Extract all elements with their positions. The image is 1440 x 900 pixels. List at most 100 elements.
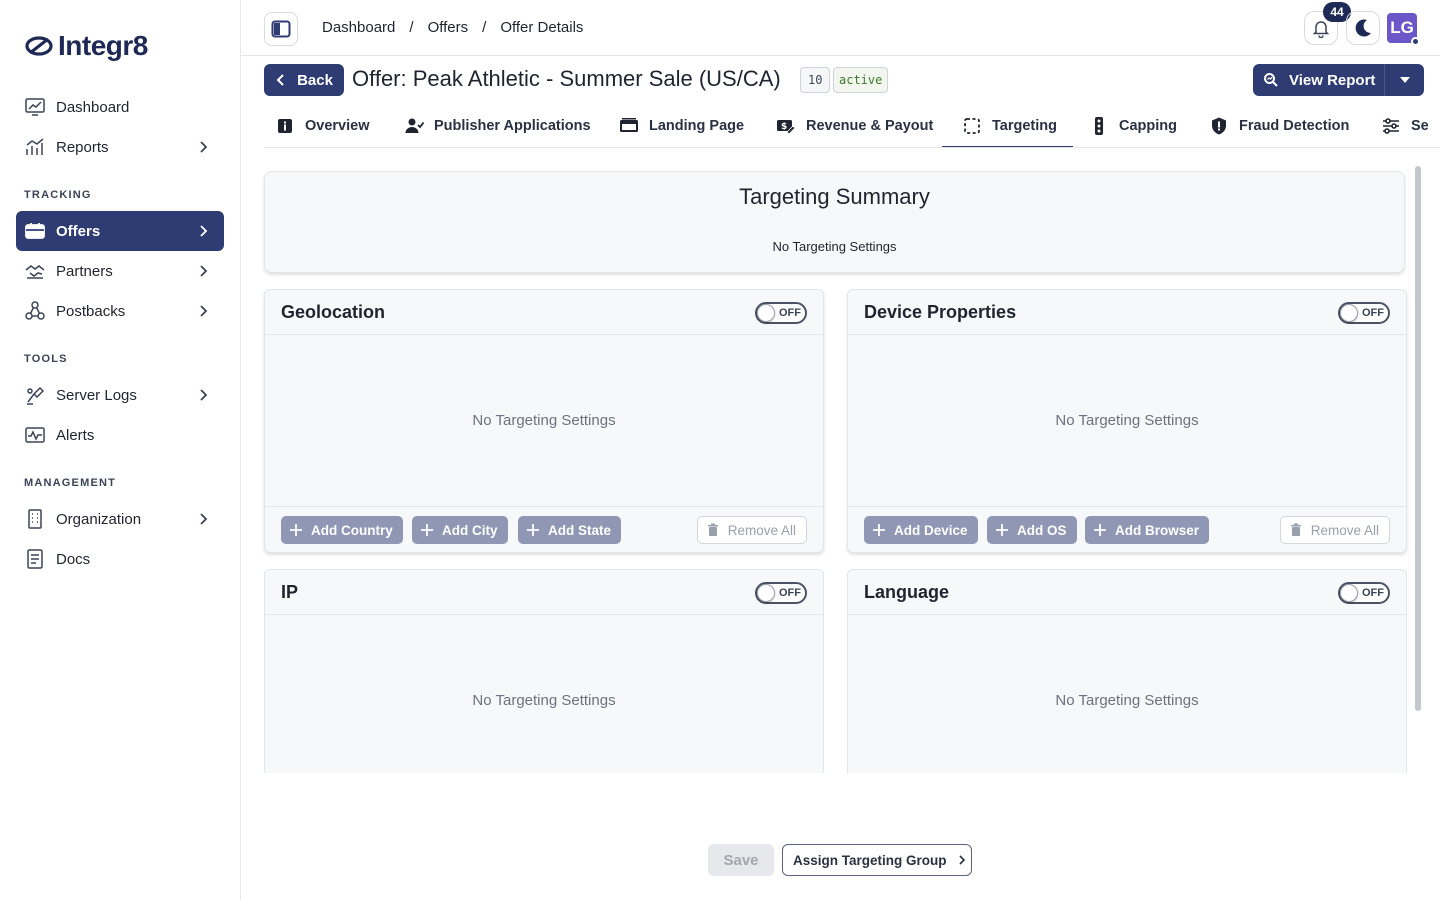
sidebar-item-server-logs[interactable]: Server Logs	[16, 375, 224, 415]
tab-label: Capping	[1119, 117, 1177, 134]
alerts-icon	[24, 424, 46, 446]
save-button[interactable]: Save	[708, 844, 774, 876]
panel-title: IP	[281, 582, 299, 602]
sidebar-toggle-button[interactable]	[264, 12, 298, 46]
user-check-icon	[404, 116, 424, 136]
tab-overview[interactable]: Overview	[275, 104, 370, 147]
offer-id-badge: 10	[800, 67, 831, 93]
targeting-summary-text: No Targeting Settings	[772, 239, 897, 254]
plus-icon	[872, 523, 886, 537]
panel-footer: Add Country Add City Add State Remove Al…	[265, 506, 823, 552]
tab-capping[interactable]: Capping	[1089, 104, 1177, 147]
add-os-button[interactable]: Add OS	[987, 516, 1077, 544]
add-browser-label: Add Browser	[1115, 522, 1200, 538]
device-properties-toggle[interactable]: OFF	[1338, 302, 1390, 324]
chevron-right-icon	[196, 264, 210, 278]
toggle-label: OFF	[779, 307, 801, 319]
breadcrumb: Dashboard / Offers / Offer Details	[322, 19, 583, 36]
sidebar-item-alerts[interactable]: Alerts	[16, 415, 224, 455]
add-device-button[interactable]: Add Device	[864, 516, 978, 544]
sidebar-item-label: Reports	[56, 138, 109, 156]
toggle-label: OFF	[779, 587, 801, 599]
geolocation-toggle[interactable]: OFF	[755, 302, 807, 324]
sidebar-toggle-icon	[271, 20, 291, 38]
logo-icon	[24, 35, 54, 57]
empty-state-text: No Targeting Settings	[472, 412, 616, 429]
moon-icon	[1352, 17, 1374, 39]
tab-fraud-detection[interactable]: Fraud Detection	[1209, 104, 1349, 147]
remove-all-label: Remove All	[727, 522, 796, 538]
remove-all-button[interactable]: Remove All	[1279, 516, 1390, 544]
sliders-icon	[1381, 116, 1401, 136]
empty-state-text: No Targeting Settings	[1055, 692, 1199, 709]
tab-label: Se	[1411, 117, 1429, 134]
add-city-button[interactable]: Add City	[412, 516, 508, 544]
tab-revenue-payout[interactable]: $ Revenue & Payout	[776, 104, 933, 147]
sidebar-item-organization[interactable]: Organization	[16, 499, 224, 539]
section-label-tools: TOOLS	[24, 353, 68, 365]
page-title: Offer: Peak Athletic - Summer Sale (US/C…	[352, 66, 781, 91]
chevron-right-icon	[196, 388, 210, 402]
breadcrumb-separator: /	[409, 19, 414, 36]
sidebar-item-label: Dashboard	[56, 98, 130, 116]
tab-label: Overview	[305, 117, 370, 134]
plus-icon	[995, 523, 1009, 537]
sidebar-item-dashboard[interactable]: Dashboard	[16, 87, 224, 127]
postbacks-icon	[24, 300, 46, 322]
view-report-dropdown-button[interactable]	[1385, 77, 1424, 83]
breadcrumb-offer-details: Offer Details	[500, 19, 584, 36]
ip-toggle[interactable]: OFF	[755, 582, 807, 604]
panel-title: Language	[864, 582, 950, 602]
theme-toggle-button[interactable]	[1346, 11, 1380, 45]
view-report-button[interactable]: View Report	[1253, 64, 1384, 96]
svg-text:$: $	[781, 122, 787, 132]
avatar-status-dot	[1411, 37, 1420, 46]
panel-header: Language OFF	[848, 570, 1406, 615]
breadcrumb-offers[interactable]: Offers	[428, 19, 469, 36]
chevron-right-icon	[957, 854, 967, 866]
browser-icon	[619, 116, 639, 136]
toggle-label: OFF	[1362, 587, 1384, 599]
language-toggle[interactable]: OFF	[1338, 582, 1390, 604]
breadcrumb-dashboard[interactable]: Dashboard	[322, 19, 395, 36]
empty-state-text: No Targeting Settings	[472, 692, 616, 709]
sidebar-item-postbacks[interactable]: Postbacks	[16, 291, 224, 331]
chevron-right-icon	[196, 304, 210, 318]
sidebar-item-docs[interactable]: Docs	[16, 539, 224, 579]
tab-settings[interactable]: Se	[1381, 104, 1429, 147]
toggle-knob	[1340, 584, 1358, 602]
user-avatar[interactable]: LG	[1387, 13, 1420, 46]
traffic-light-icon	[1089, 116, 1109, 136]
add-state-label: Add State	[548, 522, 612, 538]
targeting-summary-card: Targeting Summary No Targeting Settings	[264, 171, 1405, 273]
app-logo[interactable]: Integr8	[24, 30, 148, 62]
add-os-label: Add OS	[1017, 522, 1067, 538]
tab-publisher-applications[interactable]: Publisher Applications	[404, 104, 591, 147]
sidebar-item-partners[interactable]: Partners	[16, 251, 224, 291]
offer-tabs: Overview Publisher Applications Landing …	[264, 104, 1440, 148]
panel-footer: Add Device Add OS Add Browser Remove All	[848, 506, 1406, 552]
plus-icon	[526, 523, 540, 537]
server-logs-icon	[24, 384, 46, 406]
back-button-label: Back	[297, 71, 333, 89]
add-browser-button[interactable]: Add Browser	[1085, 516, 1210, 544]
sidebar-item-offers[interactable]: Offers	[16, 211, 224, 251]
trash-icon	[1289, 523, 1303, 537]
tab-label: Revenue & Payout	[806, 117, 934, 134]
back-button[interactable]: Back	[264, 64, 344, 96]
add-state-button[interactable]: Add State	[518, 516, 622, 544]
caret-down-icon	[1399, 77, 1410, 83]
remove-all-button[interactable]: Remove All	[696, 516, 807, 544]
view-report-label: View Report	[1289, 71, 1376, 89]
content-scrollbar[interactable]	[1415, 166, 1421, 711]
targeting-summary-title: Targeting Summary	[739, 184, 930, 209]
tab-landing-page[interactable]: Landing Page	[619, 104, 744, 147]
toggle-knob	[757, 584, 775, 602]
language-panel: Language OFF No Targeting Settings	[847, 569, 1407, 773]
assign-targeting-group-button[interactable]: Assign Targeting Group	[782, 844, 972, 876]
plus-icon	[1093, 523, 1107, 537]
tab-targeting[interactable]: Targeting	[942, 104, 1073, 147]
add-country-button[interactable]: Add Country	[281, 516, 403, 544]
sidebar-item-reports[interactable]: Reports	[16, 127, 224, 167]
plus-icon	[420, 523, 434, 537]
